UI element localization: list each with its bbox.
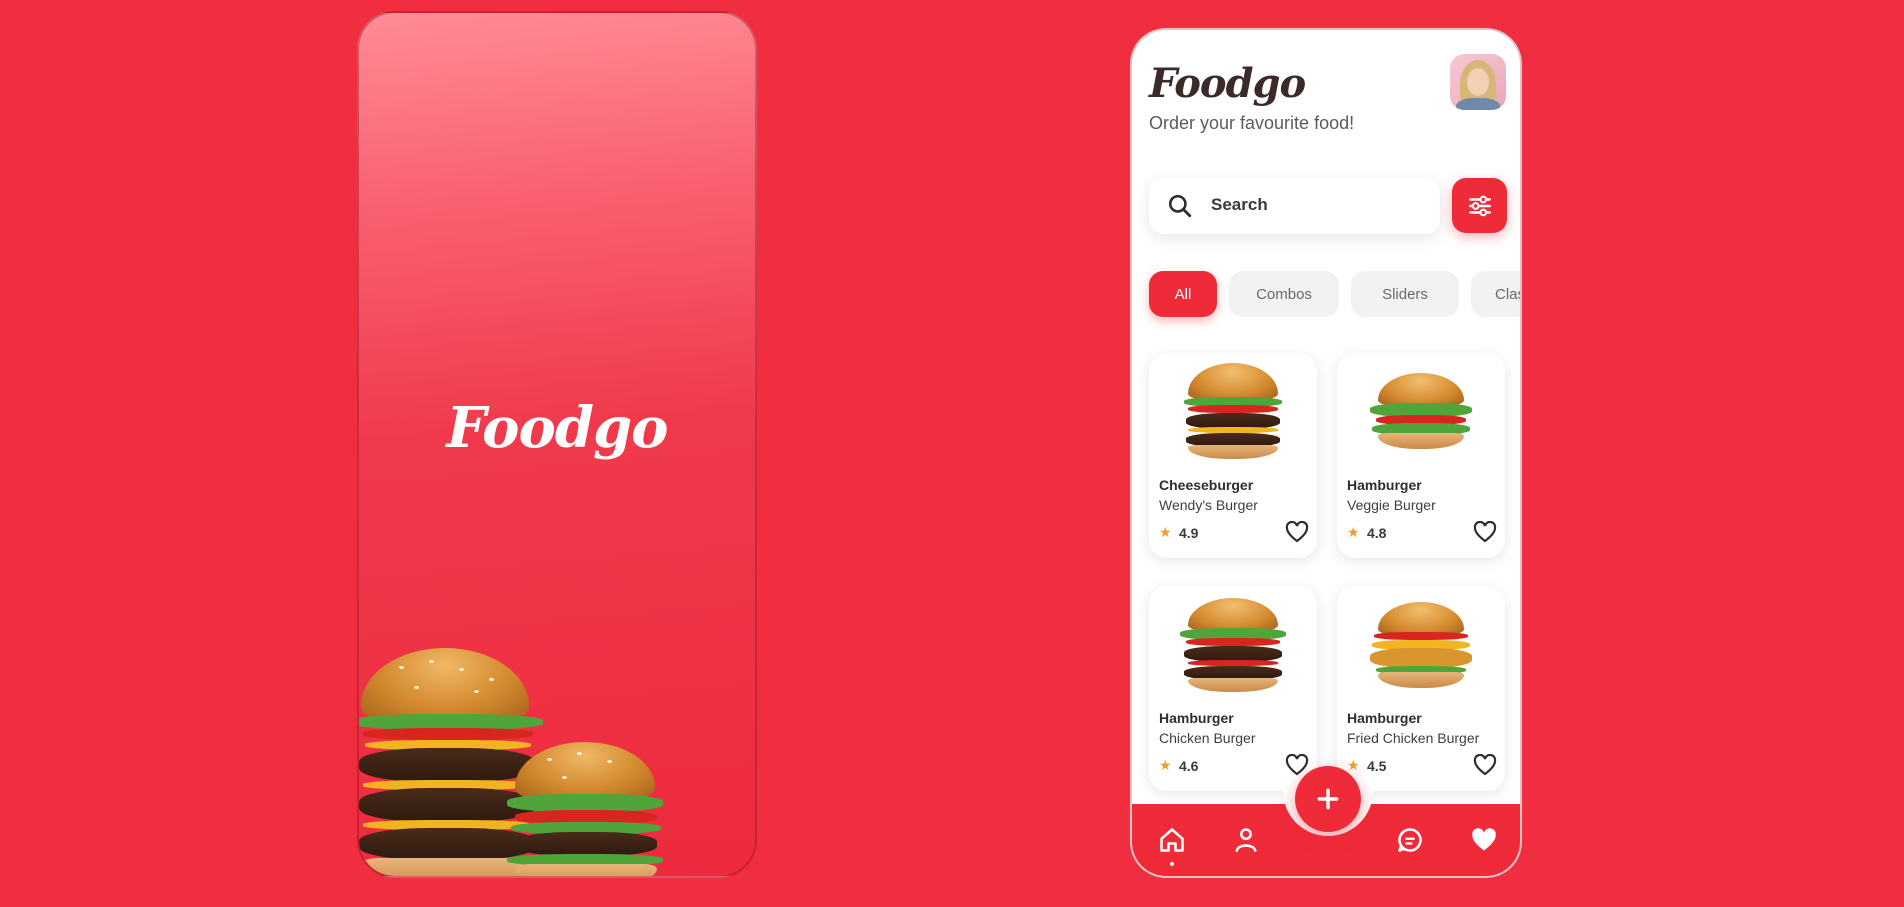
- heart-icon[interactable]: [1470, 826, 1498, 854]
- tab-classic[interactable]: Clas: [1471, 271, 1520, 317]
- tab-all[interactable]: All: [1149, 271, 1217, 317]
- tab-sliders[interactable]: Sliders: [1351, 271, 1459, 317]
- search-placeholder: Search: [1211, 195, 1268, 214]
- splash-logo: Foodgo: [446, 395, 668, 461]
- app-title: Foodgo: [1149, 60, 1306, 107]
- search-icon: [1168, 194, 1192, 218]
- home-icon[interactable]: [1158, 826, 1186, 854]
- star-icon: ★: [1347, 757, 1360, 773]
- search-input[interactable]: Search: [1149, 178, 1440, 234]
- tab-combos[interactable]: Combos: [1229, 271, 1339, 317]
- product-type: Hamburger: [1159, 710, 1234, 726]
- star-icon: ★: [1347, 524, 1360, 540]
- active-indicator: [1170, 862, 1174, 866]
- product-card[interactable]: Hamburger Chicken Burger ★ 4.6: [1149, 586, 1317, 791]
- heart-outline-icon[interactable]: [1285, 521, 1309, 543]
- product-type: Hamburger: [1347, 710, 1422, 726]
- product-image: [1366, 363, 1476, 463]
- add-icon: [1317, 788, 1339, 810]
- splash-screen: Foodgo: [357, 11, 757, 878]
- heart-outline-icon[interactable]: [1473, 521, 1497, 543]
- splash-burger-small-image: [507, 742, 667, 876]
- heart-outline-icon[interactable]: [1285, 754, 1309, 776]
- heart-outline-icon[interactable]: [1473, 754, 1497, 776]
- profile-icon[interactable]: [1232, 826, 1260, 854]
- product-image: [1178, 596, 1288, 696]
- add-button[interactable]: [1295, 766, 1361, 832]
- product-card[interactable]: Hamburger Veggie Burger ★ 4.8: [1337, 353, 1505, 558]
- home-screen: Foodgo Order your favourite food! Search…: [1130, 28, 1522, 878]
- product-rating: 4.5: [1367, 758, 1387, 774]
- category-tabs: All Combos Sliders Clas: [1149, 271, 1520, 321]
- product-type: Hamburger: [1347, 477, 1422, 493]
- product-name: Fried Chicken Burger: [1347, 730, 1480, 746]
- product-rating: 4.6: [1179, 758, 1199, 774]
- product-name: Chicken Burger: [1159, 730, 1256, 746]
- tagline: Order your favourite food!: [1149, 113, 1355, 133]
- product-rating: 4.8: [1367, 525, 1387, 541]
- product-image: [1366, 596, 1476, 696]
- filter-button[interactable]: [1452, 178, 1507, 233]
- chat-icon[interactable]: [1396, 826, 1424, 854]
- product-name: Wendy's Burger: [1159, 497, 1258, 513]
- product-type: Cheeseburger: [1159, 477, 1254, 493]
- avatar[interactable]: [1450, 54, 1506, 110]
- product-card[interactable]: Hamburger Fried Chicken Burger ★ 4.5: [1337, 586, 1505, 791]
- product-rating: 4.9: [1179, 525, 1199, 541]
- sliders-icon: [1468, 195, 1491, 216]
- product-image: [1178, 363, 1288, 463]
- product-name: Veggie Burger: [1347, 497, 1436, 513]
- star-icon: ★: [1159, 524, 1172, 540]
- star-icon: ★: [1159, 757, 1172, 773]
- product-card[interactable]: Cheeseburger Wendy's Burger ★ 4.9: [1149, 353, 1317, 558]
